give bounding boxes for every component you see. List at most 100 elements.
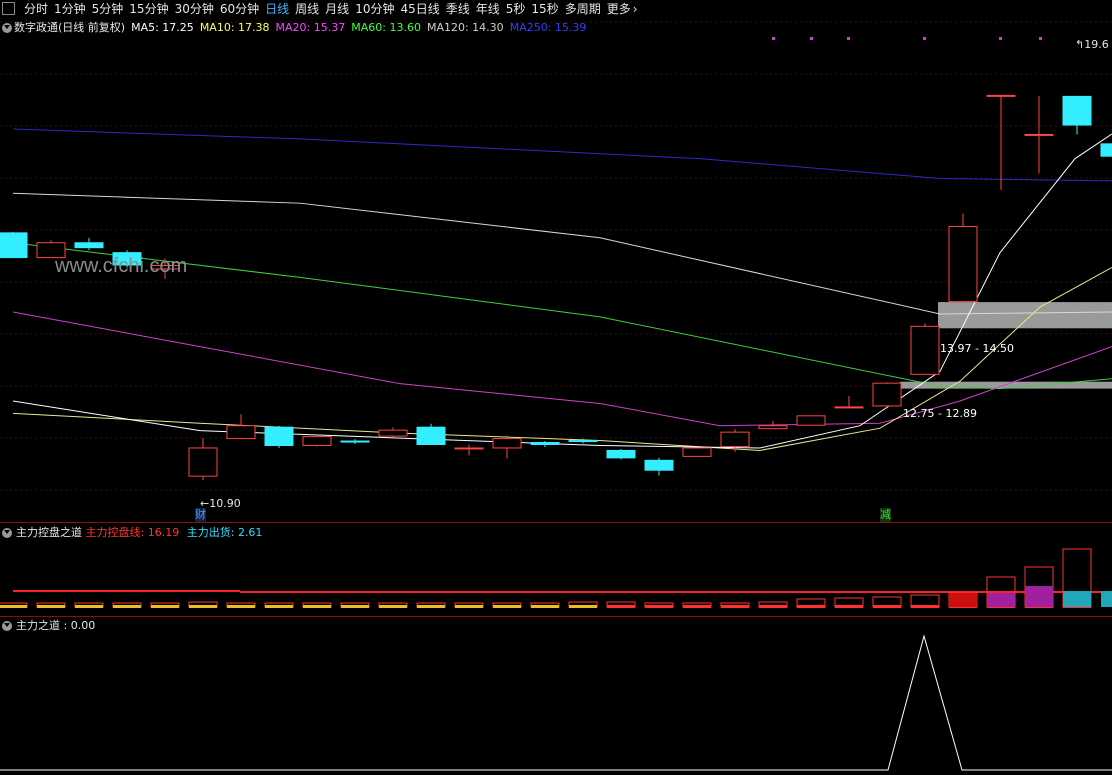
panel2-fill: [1101, 591, 1112, 607]
panel2-base: [189, 605, 217, 608]
candle-body: [454, 447, 484, 450]
candle: [948, 213, 978, 303]
signal-dot: [923, 37, 926, 40]
candle-body: [986, 94, 1016, 97]
candle: [530, 441, 560, 447]
panel2-base: [417, 605, 445, 608]
candle: [606, 448, 636, 460]
signal-dot: [810, 37, 813, 40]
panel2-base: [645, 605, 673, 608]
panel2-base: [759, 605, 787, 608]
candle-body: [682, 447, 712, 457]
candle: [1062, 95, 1092, 135]
ma-indicator-ma60: MA60: 13.60: [351, 21, 421, 34]
kline-chart[interactable]: [0, 0, 1112, 775]
panel2-header: 主力控盘之道 主力控盘线: 16.19 主力出货: 2.61: [16, 526, 262, 540]
low-price-value: 10.90: [209, 497, 241, 510]
panel2-base: [113, 605, 141, 608]
candle: [682, 447, 712, 457]
watermark: www.cfchi.com: [55, 255, 188, 277]
candle: [1100, 143, 1112, 157]
candle: [416, 423, 446, 446]
panel2-base: [303, 605, 331, 608]
panel2-title: 主力控盘之道: [16, 526, 82, 539]
signal-dot: [772, 37, 775, 40]
candle-body: [264, 426, 294, 446]
candle: [910, 323, 940, 375]
low-price-label: ←10.90: [200, 497, 241, 510]
candle-body: [644, 459, 674, 471]
candle: [492, 435, 522, 459]
panel2-base: [265, 605, 293, 608]
ma5-line: [12, 133, 1112, 449]
candle: [340, 439, 370, 445]
candle-body: [302, 436, 332, 446]
candle: [378, 427, 408, 438]
candle-body: [758, 425, 788, 430]
candle: [226, 414, 256, 440]
candle-body: [910, 325, 940, 375]
gap-zone-lower: [900, 381, 1112, 389]
candle: [644, 457, 674, 476]
candle: [834, 396, 864, 409]
moneybag-icon: [1025, 586, 1053, 607]
candle-body: [948, 225, 978, 303]
panel2-base: [569, 605, 597, 608]
candle-body: [1024, 133, 1054, 136]
ma-indicator-ma250: MA250: 15.39: [509, 21, 587, 34]
ma250-line: [12, 128, 1112, 182]
line2-name: 主力出货:: [186, 526, 235, 539]
candle: [188, 438, 218, 481]
panel2-base: [37, 605, 65, 608]
panel2-base: [873, 605, 901, 608]
panel2-base: [683, 605, 711, 608]
panel3-line: [0, 634, 1112, 771]
candle: [302, 436, 332, 447]
panel2-base: [0, 605, 27, 608]
candle-body: [796, 415, 826, 426]
main-panel-title: 数字政通(日线 前复权): [14, 21, 126, 34]
candles: [0, 94, 1112, 481]
panel2-base: [531, 605, 559, 608]
panel2-base: [455, 605, 483, 608]
candle: [0, 231, 28, 259]
event-marker-cai[interactable]: 财: [195, 508, 206, 522]
candle-body: [1100, 143, 1112, 157]
panel-separator: [0, 616, 1112, 617]
panel2-bars: [0, 548, 1112, 608]
event-marker-jian[interactable]: 减: [880, 508, 891, 522]
candle-body: [378, 429, 408, 437]
panel2-fill: [1063, 591, 1091, 607]
panel2-fill: [949, 593, 977, 607]
line1-value: 16.19: [147, 526, 180, 539]
candle-body: [188, 447, 218, 477]
main-panel-header: 数字政通(日线 前复权) MA5: 17.25 MA10: 17.38 MA20: 1…: [2, 21, 586, 35]
candle: [872, 382, 902, 407]
moneybag-icon: [987, 593, 1015, 607]
dropdown-icon[interactable]: [2, 528, 12, 538]
line1-name: 主力控盘线:: [85, 526, 145, 539]
signal-dot: [1039, 37, 1042, 40]
gap-lower-label: 12.75 - 12.89: [903, 407, 977, 420]
candle: [1024, 95, 1054, 174]
line2-value: 2.61: [237, 526, 263, 539]
ma-indicator-ma5: MA5: 17.25: [131, 21, 194, 34]
ma-indicator-ma10: MA10: 17.38: [199, 21, 270, 34]
dropdown-icon[interactable]: [2, 621, 12, 631]
panel2-base: [911, 605, 939, 608]
panel2-base: [75, 605, 103, 608]
panel2-base: [493, 605, 521, 608]
ma-indicator-ma120: MA120: 14.30: [426, 21, 504, 34]
ma10-line: [12, 267, 1112, 451]
panel2-base: [227, 605, 255, 608]
panel2-base: [341, 605, 369, 608]
candle-body: [74, 242, 104, 249]
candle-body: [492, 438, 522, 449]
panel2-base: [607, 605, 635, 608]
candle-body: [416, 426, 446, 446]
candle-body: [568, 440, 598, 443]
panel2-base: [797, 605, 825, 608]
panel2-base: [721, 605, 749, 608]
high-price-label: ↰19.6: [1075, 38, 1109, 51]
candle: [264, 425, 294, 448]
